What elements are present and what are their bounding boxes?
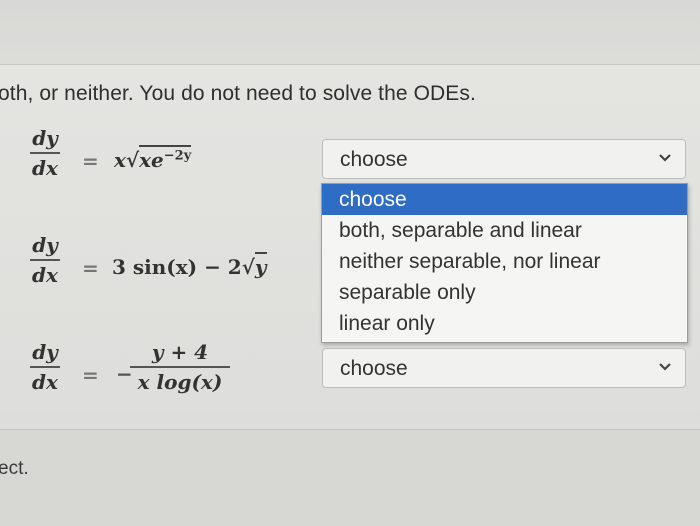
equation-rhs: x√xe−2y <box>114 145 192 172</box>
equals-sign: = <box>82 149 99 173</box>
rhs-text: 3 sin(x) − 2 <box>112 255 242 279</box>
derivative-fraction: dy dx <box>30 126 60 180</box>
chevron-down-icon <box>659 154 671 162</box>
derivative-fraction: dy dx <box>30 233 60 287</box>
rhs-prefix: x <box>114 148 126 172</box>
chevron-down-icon <box>659 363 671 371</box>
dropdown-option-neither[interactable]: neither separable, nor linear <box>322 246 687 277</box>
equation-rhs: 3 sin(x) − 2√y <box>112 252 267 279</box>
sqrt-radicand: y <box>254 252 267 279</box>
fraction-bar <box>30 366 60 368</box>
bottom-background <box>0 430 700 526</box>
footer-text: ect. <box>0 458 29 479</box>
fraction-bar <box>30 152 60 154</box>
fraction-bar <box>30 259 60 261</box>
question-3-select[interactable]: choose <box>322 348 686 388</box>
dropdown-option-both[interactable]: both, separable and linear <box>322 215 687 246</box>
radicand-text: xe <box>139 148 164 172</box>
fraction-denominator: dx <box>32 263 58 287</box>
dropdown-option-separable[interactable]: separable only <box>322 277 687 308</box>
fraction-numerator: dy <box>32 126 58 150</box>
dropdown-option-choose[interactable]: choose <box>322 184 687 215</box>
fraction-numerator: dy <box>32 233 58 257</box>
exponent: −2y <box>163 148 192 164</box>
dropdown-option-linear[interactable]: linear only <box>322 308 687 339</box>
rhs-numerator: y + 4 <box>151 340 209 364</box>
equals-sign: = <box>82 363 99 387</box>
select-value: choose <box>340 357 408 380</box>
top-background <box>0 0 700 64</box>
derivative-fraction: dy dx <box>30 340 60 394</box>
fraction-bar <box>130 366 230 368</box>
fraction-numerator: dy <box>32 340 58 364</box>
rhs-fraction: y + 4 x log(x) <box>130 340 230 394</box>
sqrt-icon: √ <box>125 148 140 172</box>
sqrt-radicand: xe−2y <box>139 145 192 172</box>
fraction-denominator: dx <box>32 370 58 394</box>
equals-sign: = <box>82 256 99 280</box>
instruction-text: oth, or neither. You do not need to solv… <box>0 82 476 105</box>
radicand-text: y <box>254 255 267 279</box>
sqrt-icon: √ <box>241 255 255 279</box>
question-1-select[interactable]: choose <box>322 139 686 179</box>
fraction-denominator: dx <box>32 156 58 180</box>
select-value: choose <box>340 148 408 171</box>
rhs-denominator: x log(x) <box>137 370 223 394</box>
dropdown-menu: choose both, separable and linear neithe… <box>321 183 688 343</box>
